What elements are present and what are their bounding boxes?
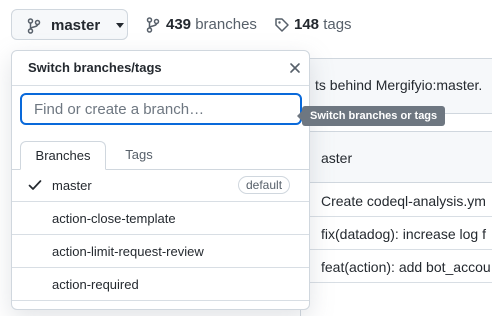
tab-tags[interactable]: Tags [108,141,170,169]
commit-message[interactable]: feat(action): add bot_accou [321,259,491,275]
branch-select-button[interactable]: master [11,9,128,40]
branch-item-master[interactable]: master default [12,169,309,202]
chevron-down-icon [116,23,124,28]
branch-name: action-limit-request-review [52,244,204,259]
dropdown-title: Switch branches/tags [28,60,162,75]
git-branch-icon [27,18,41,34]
branch-name: master [52,178,92,193]
close-icon[interactable] [287,60,303,76]
branches-label: branches [195,16,257,33]
tag-icon [275,18,289,32]
branch-item-action-limit-request-review[interactable]: action-limit-request-review [12,235,309,268]
file-row[interactable]: feat(action): add bot_accou [300,250,492,283]
latest-commit-header: aster [300,131,492,183]
branch-tag-tabs: Branches Tags [12,141,309,170]
branch-item-action-close-template[interactable]: action-close-template [12,202,309,235]
commit-message[interactable]: Create codeql-analysis.ym [321,193,486,209]
branch-name: action-close-template [52,211,176,226]
latest-commit-text: aster [321,150,353,166]
branch-select-label: master [51,17,101,34]
dropdown-header: Switch branches/tags [12,51,309,86]
tags-link[interactable]: 148 tags [274,16,352,33]
branch-name: action-required [52,277,139,292]
branch-status-text: ts behind Mergifyio:master. [315,77,483,93]
branch-list: master default action-close-template act… [12,169,309,301]
repo-toolbar: master 439 branches 148 tags [0,0,492,50]
tooltip: Switch branches or tags [296,106,446,126]
branches-count: 439 [166,16,192,33]
branch-filter-input[interactable] [20,93,302,125]
branch-item-action-required[interactable]: action-required [12,268,309,301]
commit-message[interactable]: fix(datadog): increase log f [321,226,486,242]
branch-switcher-dropdown: Switch branches/tags Branches Tags maste… [11,50,310,310]
tags-label: tags [323,16,352,33]
tags-count: 148 [294,16,320,33]
file-row[interactable]: Create codeql-analysis.ym [300,184,492,217]
branches-link[interactable]: 439 branches [146,16,257,33]
check-icon [28,180,42,190]
git-branch-icon [146,17,160,33]
tab-branches[interactable]: Branches [20,141,106,170]
default-badge: default [238,176,291,194]
file-row[interactable]: fix(datadog): increase log f [300,217,492,250]
file-row[interactable] [300,283,492,316]
